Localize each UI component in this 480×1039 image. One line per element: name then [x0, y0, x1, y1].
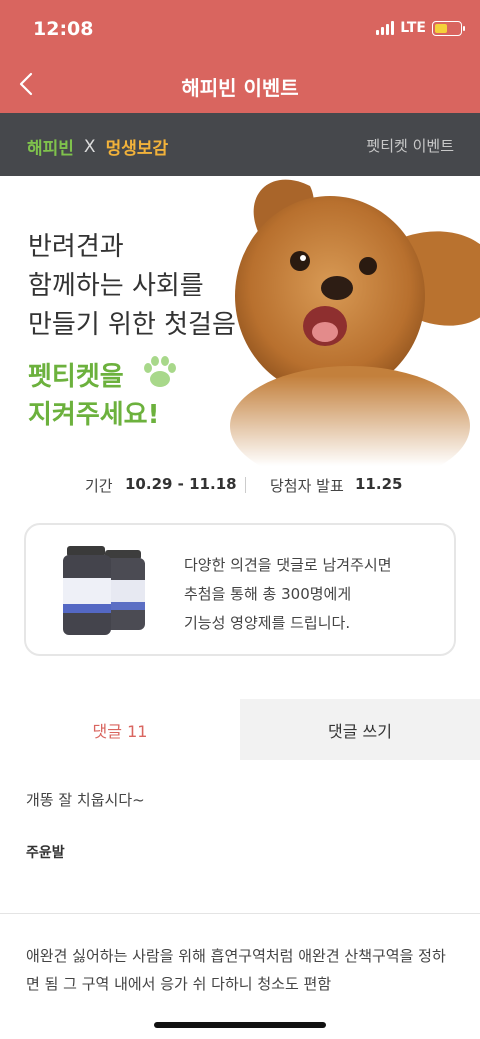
event-period: 기간 10.29 - 11.18 당첨자 발표 11.25: [0, 475, 480, 497]
status-time: 12:08: [33, 18, 94, 40]
signal-icon: [376, 21, 395, 35]
event-category-label: 펫티켓 이벤트: [366, 137, 454, 155]
period-label: 기간: [85, 477, 113, 495]
comment-divider: [0, 913, 480, 914]
event-subbar: 해피빈 X 멍생보감 펫티켓 이벤트: [0, 113, 480, 176]
hero-banner: 반려견과 함께하는 사회를 만들기 위한 첫걸음 펫티켓을 지켜주세요!: [0, 176, 480, 466]
prize-description: 다양한 의견을 댓글로 남겨주시면 추첨을 통해 총 300명에게 기능성 영양…: [184, 551, 392, 638]
prize-card: 다양한 의견을 댓글로 남겨주시면 추첨을 통해 총 300명에게 기능성 영양…: [24, 523, 456, 656]
period-value: 10.29 - 11.18: [125, 475, 237, 493]
brand-separator: X: [83, 136, 96, 157]
home-indicator[interactable]: [154, 1022, 326, 1028]
hero-line-2: 함께하는 사회를: [28, 271, 204, 301]
comment-author: 주윤발: [26, 845, 65, 861]
brand-partner: 멍생보감: [105, 139, 169, 159]
prize-line-3: 기능성 영양제를 드립니다.: [184, 614, 351, 632]
page-title: 해피빈 이벤트: [181, 76, 299, 100]
announce-label: 당첨자 발표: [270, 477, 344, 495]
status-indicators: LTE: [376, 20, 465, 36]
prize-line-1: 다양한 의견을 댓글로 남겨주시면: [184, 556, 392, 574]
announce-value: 11.25: [355, 475, 403, 493]
tab-write-comment[interactable]: 댓글 쓰기: [240, 699, 480, 760]
brand-logos: 해피빈 X 멍생보감: [27, 134, 169, 160]
tab-comments[interactable]: 댓글 11: [0, 699, 240, 760]
paw-icon: [144, 356, 176, 387]
supplement-bottles-image: [63, 546, 145, 635]
app-header: 12:08 LTE 해피빈 이벤트: [0, 0, 480, 113]
network-label: LTE: [400, 20, 426, 36]
comment-text: 애완견 싫어하는 사람을 위해 흡연구역처럼 애완견 산책구역을 정하면 됨 그…: [26, 947, 446, 993]
comment-text: 개똥 잘 치웁시다~: [26, 791, 145, 809]
brand-happybean: 해피빈: [27, 139, 74, 159]
prize-line-2: 추첨을 통해 총 300명에게: [184, 585, 352, 603]
dog-image: [200, 176, 480, 466]
hero-line-1: 반려견과: [28, 232, 124, 262]
period-divider: [245, 477, 246, 493]
battery-icon: [432, 20, 465, 36]
hero-highlight-2: 지켜주세요!: [28, 400, 160, 430]
hero-highlight-1: 펫티켓을: [28, 362, 124, 392]
